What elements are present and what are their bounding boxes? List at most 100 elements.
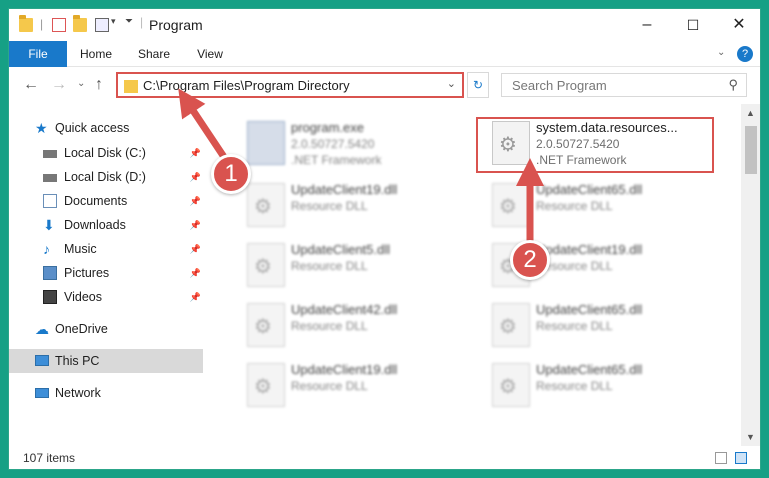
vertical-scrollbar[interactable]: ▲ ▼ [741, 104, 760, 446]
dll-gear-icon [247, 183, 285, 227]
maximize-button[interactable]: ☐ [670, 9, 716, 41]
item-count: 107 items [23, 451, 76, 465]
chevron-down-icon[interactable]: ▾ [111, 16, 116, 27]
tiles-view-icon[interactable] [735, 452, 747, 464]
properties-icon[interactable] [52, 18, 66, 32]
scroll-down-icon[interactable]: ▼ [746, 432, 755, 442]
file-name: UpdateClient65.dll [536, 302, 643, 317]
chevron-down-icon[interactable]: ⌄ [447, 77, 456, 90]
sidebar-item-label: Network [55, 386, 101, 400]
monitor-icon [35, 355, 49, 366]
search-icon[interactable]: ⚲ [728, 77, 738, 93]
sidebar-item-label: Local Disk (D:) [64, 170, 146, 184]
file-item[interactable]: UpdateClient19.dll Resource DLL [466, 239, 704, 297]
cloud-icon: ☁ [35, 321, 49, 337]
file-item[interactable]: UpdateClient65.dll Resource DLL [466, 179, 704, 237]
download-arrow-icon: ⬇ [43, 217, 55, 233]
sidebar-item-quick-access[interactable]: ★ Quick access [9, 116, 203, 140]
expand-ribbon-icon[interactable]: ⌄ [717, 47, 725, 58]
file-description: Resource DLL [291, 319, 368, 333]
file-item[interactable]: program.exe 2.0.50727.5420 .NET Framewor… [221, 117, 459, 175]
address-bar[interactable]: C:\Program Files\Program Directory ⌄ [116, 72, 464, 98]
exe-file-icon [247, 121, 285, 165]
sidebar-item-label: Local Disk (C:) [64, 146, 146, 160]
sidebar-item-label: Music [64, 242, 97, 256]
pin-icon[interactable]: 📌 [190, 237, 201, 261]
status-bar: 107 items [9, 446, 760, 469]
tab-view[interactable]: View [185, 41, 235, 67]
tab-file[interactable]: File [9, 41, 67, 67]
file-item[interactable]: UpdateClient5.dll Resource DLL [221, 239, 459, 297]
sidebar-item-label: Quick access [55, 121, 130, 135]
sidebar-item-label: OneDrive [55, 322, 108, 336]
search-box[interactable]: Search Program ⚲ [501, 73, 747, 97]
dll-gear-icon [492, 363, 530, 407]
sidebar-item-local-disk-c[interactable]: Local Disk (C:) 📌 [9, 141, 203, 165]
pin-icon[interactable]: 📌 [190, 213, 201, 237]
file-item[interactable]: UpdateClient65.dll Resource DLL [466, 299, 704, 357]
dll-gear-icon [492, 183, 530, 227]
scroll-up-icon[interactable]: ▲ [746, 108, 755, 118]
minimize-button[interactable]: – [624, 9, 670, 41]
help-icon[interactable]: ? [737, 46, 753, 62]
folder-icon [124, 80, 138, 93]
file-item[interactable]: UpdateClient19.dll Resource DLL [221, 359, 459, 417]
ribbon-tabs: File Home Share View ⌄ ? [9, 41, 760, 67]
new-folder-icon[interactable] [73, 15, 87, 32]
file-item[interactable]: UpdateClient19.dll Resource DLL [221, 179, 459, 237]
customize-qat-icon[interactable]: ⏷ [125, 16, 133, 27]
sidebar-item-videos[interactable]: Videos 📌 [9, 285, 203, 309]
back-arrow-icon[interactable]: ← [23, 76, 39, 94]
address-path[interactable]: C:\Program Files\Program Directory [143, 78, 350, 93]
file-description: Resource DLL [536, 319, 613, 333]
pin-icon[interactable]: 📌 [190, 141, 201, 165]
sidebar-item-onedrive[interactable]: ☁ OneDrive [9, 317, 203, 341]
sidebar-item-music[interactable]: ♪ Music 📌 [9, 237, 203, 261]
file-name: UpdateClient19.dll [291, 362, 398, 377]
file-item[interactable]: UpdateClient42.dll Resource DLL [221, 299, 459, 357]
navigation-pane: ★ Quick access Local Disk (C:) 📌 Local D… [9, 104, 209, 446]
pin-icon[interactable]: 📌 [190, 261, 201, 285]
pin-icon[interactable]: 📌 [190, 189, 201, 213]
file-name: UpdateClient65.dll [536, 362, 643, 377]
file-description: Resource DLL [536, 199, 613, 213]
sidebar-item-local-disk-d[interactable]: Local Disk (D:) 📌 [9, 165, 203, 189]
refresh-button[interactable]: ↻ [467, 72, 489, 98]
close-button[interactable]: ✕ [716, 9, 760, 41]
recent-locations-icon[interactable]: ⌄ [77, 78, 85, 89]
sidebar-item-network[interactable]: Network [9, 381, 203, 405]
sidebar-item-this-pc[interactable]: This PC [9, 349, 203, 373]
music-note-icon: ♪ [43, 241, 50, 257]
pin-icon[interactable]: 📌 [190, 285, 201, 309]
file-description: Resource DLL [536, 379, 613, 393]
scroll-thumb[interactable] [745, 126, 757, 174]
tab-share[interactable]: Share [129, 41, 179, 67]
callout-2-badge: 2 [510, 240, 550, 280]
dll-gear-icon [247, 303, 285, 347]
sidebar-item-downloads[interactable]: ⬇ Downloads 📌 [9, 213, 203, 237]
explorer-window: | ▾ ⏷ | Program – ☐ ✕ File Home Share Vi… [8, 8, 761, 470]
file-list: program.exe 2.0.50727.5420 .NET Framewor… [209, 104, 741, 446]
sidebar-item-label: Videos [64, 290, 102, 304]
sidebar-item-documents[interactable]: Documents 📌 [9, 189, 203, 213]
view-icon[interactable] [95, 18, 109, 32]
pin-icon[interactable]: 📌 [190, 165, 201, 189]
address-row: ← → ⌄ ↑ C:\Program Files\Program Directo… [9, 68, 760, 104]
tab-home[interactable]: Home [71, 41, 121, 67]
file-name: program.exe [291, 120, 364, 135]
forward-arrow-icon[interactable]: → [51, 76, 67, 94]
window-title: Program [149, 17, 203, 33]
details-view-icon[interactable] [715, 452, 727, 464]
sidebar-item-pictures[interactable]: Pictures 📌 [9, 261, 203, 285]
file-item[interactable]: UpdateClient65.dll Resource DLL [466, 359, 704, 417]
file-description: Resource DLL [291, 259, 368, 273]
file-name: UpdateClient5.dll [291, 242, 391, 257]
file-description: .NET Framework [291, 153, 382, 167]
up-arrow-icon[interactable]: ↑ [95, 76, 103, 94]
network-icon [35, 388, 49, 398]
separator: | [40, 17, 44, 31]
search-input[interactable]: Search Program [512, 78, 607, 93]
file-name: UpdateClient42.dll [291, 302, 398, 317]
dll-gear-icon [247, 363, 285, 407]
file-description: Resource DLL [291, 379, 368, 393]
